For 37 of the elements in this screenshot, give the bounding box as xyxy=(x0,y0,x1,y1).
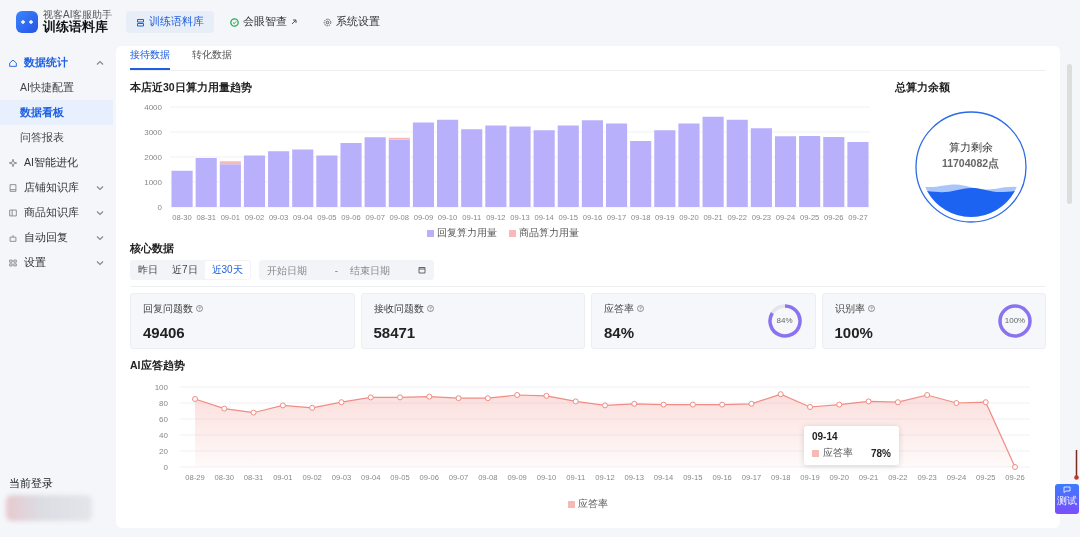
legend-label: 应答率 xyxy=(578,497,608,511)
tooltip-title: 09-14 xyxy=(812,431,839,442)
range-separator: - xyxy=(334,264,339,276)
stat-label: 回复问题数 xyxy=(143,301,193,316)
axis-label: 3000 xyxy=(144,128,162,137)
ring-label: 100% xyxy=(1004,317,1026,325)
ring-label: 84% xyxy=(776,317,793,325)
stat-value: 100% xyxy=(834,323,874,341)
axis-label: 0 xyxy=(163,463,168,472)
axis-label: 100 xyxy=(154,383,168,392)
axis-label: 0 xyxy=(157,203,162,212)
axis-label: 60 xyxy=(159,415,168,424)
axis-label: 40 xyxy=(159,431,168,440)
gauge-value: 11704082点 xyxy=(941,157,1000,171)
stat-value: 58471 xyxy=(373,323,417,341)
stat-value: 84% xyxy=(604,323,636,341)
stat-label: 识别率 xyxy=(834,301,865,316)
axis-label: 80 xyxy=(159,399,168,408)
section-title: 总算力余额 xyxy=(895,81,951,95)
section-title: 本店近30日算力用量趋势 xyxy=(130,81,253,95)
stat-label: 应答率 xyxy=(604,301,634,316)
axis-label: 2000 xyxy=(144,153,162,162)
app-subtitle: 视客AI客服助手 xyxy=(43,9,113,21)
stat-label: 接收问题数 xyxy=(373,301,424,316)
app-title: 训练语料库 xyxy=(43,20,108,35)
tooltip-series: 应答率 xyxy=(823,446,853,460)
tooltip-value: 78% xyxy=(871,447,891,459)
axis-label: 4000 xyxy=(144,103,162,112)
section-title: AI应答趋势 xyxy=(130,359,186,373)
legend-label: 回复算力用量 xyxy=(436,226,497,240)
axis-label: 20 xyxy=(159,447,168,456)
login-label: 当前登录 xyxy=(8,477,54,491)
axis-label: 1000 xyxy=(144,178,162,187)
gauge-label: 算力剩余 xyxy=(948,141,993,155)
section-title: 核心数据 xyxy=(130,242,175,256)
legend-label: 商品算力用量 xyxy=(518,226,579,240)
stat-value: 49406 xyxy=(143,323,186,341)
